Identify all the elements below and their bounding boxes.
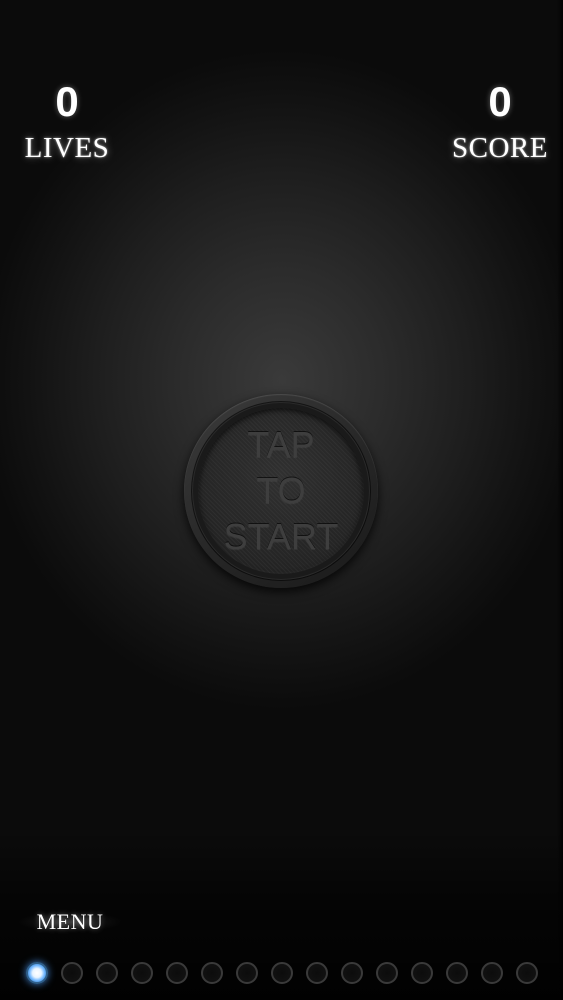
tap-to-start-button[interactable]: TAP TO START bbox=[184, 394, 378, 588]
start-button-line-2: TO bbox=[256, 470, 306, 511]
score-value: 0 bbox=[488, 78, 512, 125]
level-dot[interactable] bbox=[166, 962, 188, 984]
level-dot-active[interactable] bbox=[26, 962, 48, 984]
level-dot[interactable] bbox=[341, 962, 363, 984]
level-dot[interactable] bbox=[481, 962, 503, 984]
score-label: SCORE bbox=[452, 132, 548, 164]
level-dot[interactable] bbox=[516, 962, 538, 984]
game-screen: 0 LIVES 0 SCORE TAP TO START MENU bbox=[0, 0, 563, 1000]
level-dot[interactable] bbox=[411, 962, 433, 984]
start-button-line-1: TAP bbox=[247, 424, 315, 465]
level-indicator bbox=[26, 962, 546, 986]
score-counter: 0 SCORE bbox=[435, 78, 563, 165]
level-dot[interactable] bbox=[131, 962, 153, 984]
level-dot[interactable] bbox=[446, 962, 468, 984]
level-dot[interactable] bbox=[201, 962, 223, 984]
level-dot[interactable] bbox=[96, 962, 118, 984]
lives-value: 0 bbox=[55, 78, 79, 125]
menu-label: MENU bbox=[36, 909, 104, 934]
level-dot[interactable] bbox=[61, 962, 83, 984]
menu-button[interactable]: MENU bbox=[18, 904, 122, 940]
lives-label: LIVES bbox=[24, 132, 110, 164]
level-dot[interactable] bbox=[306, 962, 328, 984]
level-dot[interactable] bbox=[376, 962, 398, 984]
level-dot[interactable] bbox=[271, 962, 293, 984]
start-button-face[interactable]: TAP TO START bbox=[198, 408, 364, 574]
level-dot[interactable] bbox=[236, 962, 258, 984]
lives-counter: 0 LIVES bbox=[2, 78, 132, 165]
start-button-line-3: START bbox=[223, 516, 339, 557]
